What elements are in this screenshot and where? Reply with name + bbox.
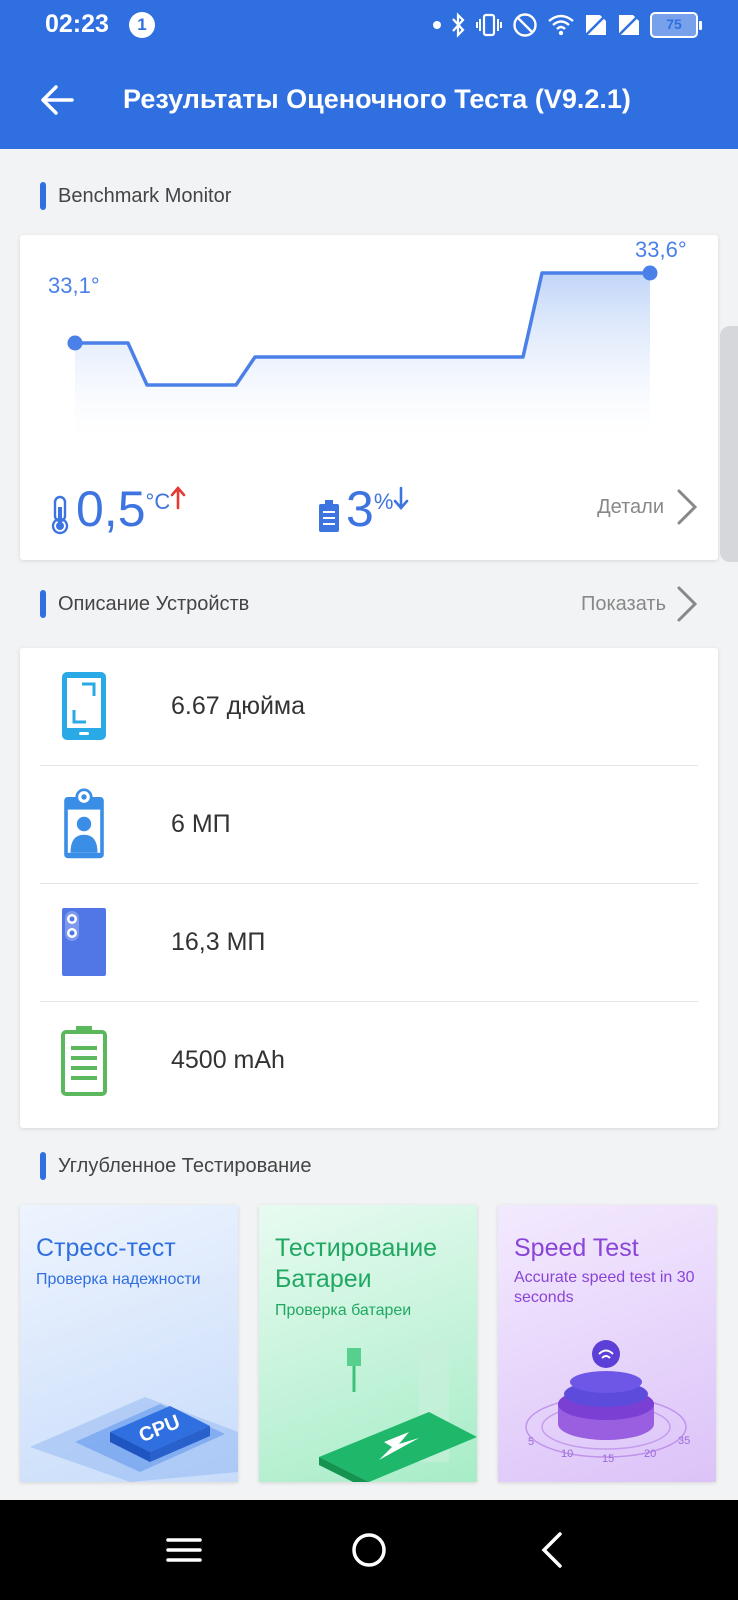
system-nav-bar <box>0 1500 738 1600</box>
dial-tick-20: 20 <box>644 1448 656 1460</box>
speed-test-title-text: Speed Test <box>514 1234 639 1262</box>
thermometer-icon <box>51 495 69 535</box>
section-accent-bar <box>40 1152 46 1180</box>
list-item: 16,3 МП <box>40 884 698 1002</box>
battery-change: 3 % <box>318 483 409 535</box>
do-not-disturb-icon <box>513 13 537 37</box>
no-sim-icon-2 <box>618 14 640 36</box>
arrow-left-icon[interactable] <box>36 78 80 122</box>
stress-test-subtitle: Проверка надежности <box>36 1271 201 1288</box>
temperature-unit: °C <box>145 489 171 514</box>
dial-tick-10: 10 <box>561 1448 573 1460</box>
deep-tests-row: Стресс-тест Проверка надежности CPU Тест… <box>20 1205 718 1482</box>
list-item: 6.67 дюйма <box>40 648 698 766</box>
wifi-icon <box>548 14 574 36</box>
battery-change-unit: % <box>373 489 394 514</box>
temperature-change-value: 0,5 <box>76 481 146 537</box>
arrow-down-icon <box>394 486 409 510</box>
battery-indicator: 75 <box>650 12 702 38</box>
chevron-right-icon <box>677 489 698 525</box>
battery-test-subtitle: Проверка батареи <box>275 1302 412 1319</box>
vibrate-icon <box>476 13 502 37</box>
speed-test-subtitle: Accurate speed test in 30 seconds <box>514 1269 695 1306</box>
stress-test-card[interactable]: Стресс-тест Проверка надежности CPU <box>20 1205 238 1482</box>
menu-icon[interactable] <box>158 1524 210 1576</box>
section-label: Углубленное Тестирование <box>58 1154 312 1177</box>
battery-test-title: Тестирование Батареи Проверка батареи <box>275 1233 477 1321</box>
chart-end-label: 33,6° <box>635 237 687 262</box>
battery-test-title-text: Тестирование Батареи <box>275 1234 438 1293</box>
chart-point-start <box>67 335 83 351</box>
chart-start-label: 33,1° <box>48 273 100 298</box>
details-link[interactable]: Детали <box>597 487 700 527</box>
section-header-deep-tests: Углубленное Тестирование <box>40 1151 311 1181</box>
stress-test-title-text: Стресс-тест <box>36 1234 176 1262</box>
page-title: Результаты Оценочного Теста (V9.2.1) <box>123 84 631 114</box>
no-sim-icon <box>585 14 607 36</box>
details-label: Детали <box>597 495 664 518</box>
battery-capacity-text: 4500 mAh <box>171 1046 285 1074</box>
front-camera-icon <box>64 788 104 859</box>
section-header-devices: Описание Устройств <box>40 589 249 619</box>
battery-test-card[interactable]: Тестирование Батареи Проверка батареи <box>259 1205 477 1482</box>
benchmark-monitor-card[interactable]: 33,1° 33,6° 0,5 °C 3 % Детали <box>20 235 718 560</box>
battery-capacity-icon <box>61 1026 107 1096</box>
stress-test-title: Стресс-тест Проверка надежности <box>36 1233 201 1290</box>
speed-test-card[interactable]: Speed Test Accurate speed test in 30 sec… <box>498 1205 716 1482</box>
show-devices-link[interactable]: Показать <box>581 584 700 624</box>
section-label: Benchmark Monitor <box>58 184 232 207</box>
list-item: 6 МП <box>40 766 698 884</box>
section-accent-bar <box>40 590 46 618</box>
temperature-change: 0,5 °C <box>48 483 186 535</box>
status-bar: 02:23 1 75 <box>0 0 738 52</box>
dial-tick-5: 5 <box>528 1436 534 1448</box>
section-accent-bar <box>40 182 46 210</box>
chart-point-end <box>642 265 658 281</box>
status-icons: 75 <box>433 10 702 40</box>
bluetooth-icon <box>452 12 465 38</box>
home-icon[interactable] <box>343 1524 395 1576</box>
rear-camera-icon <box>62 908 106 976</box>
battery-icon <box>319 500 339 532</box>
charging-battery-icon <box>319 1342 477 1482</box>
temperature-chart <box>67 265 658 440</box>
dial-tick-35: 35 <box>678 1435 690 1447</box>
arrow-up-icon <box>170 486 186 510</box>
front-camera-text: 6 МП <box>171 810 231 838</box>
dot-icon <box>433 21 441 29</box>
battery-change-value: 3 <box>346 481 374 537</box>
device-specs-card: 6.67 дюйма 6 МП 16,3 МП 4500 mAh <box>20 648 718 1128</box>
show-label: Показать <box>580 592 666 615</box>
rear-camera-text: 16,3 МП <box>171 928 266 956</box>
list-item: 4500 mAh <box>40 1002 698 1120</box>
back-nav-icon[interactable] <box>527 1524 579 1576</box>
phone-screen-icon <box>62 672 106 740</box>
section-label: Описание Устройств <box>58 592 250 615</box>
notification-badge: 1 <box>129 12 155 38</box>
screen-size-text: 6.67 дюйма <box>171 692 305 720</box>
dial-tick-15: 15 <box>602 1453 614 1465</box>
side-scroll-handle[interactable] <box>720 326 738 562</box>
top-bar: 02:23 1 75 Результаты Оценочного Теста (… <box>0 0 738 149</box>
chevron-right-icon <box>677 586 698 622</box>
speed-gauge-icon: 5 10 15 20 35 <box>525 1340 690 1465</box>
section-header-monitor: Benchmark Monitor <box>40 181 231 211</box>
app-bar: Результаты Оценочного Теста (V9.2.1) <box>0 60 738 140</box>
speed-test-title: Speed Test Accurate speed test in 30 sec… <box>514 1233 716 1308</box>
status-time: 02:23 <box>45 10 109 38</box>
cpu-chip-icon: CPU <box>30 1397 238 1482</box>
